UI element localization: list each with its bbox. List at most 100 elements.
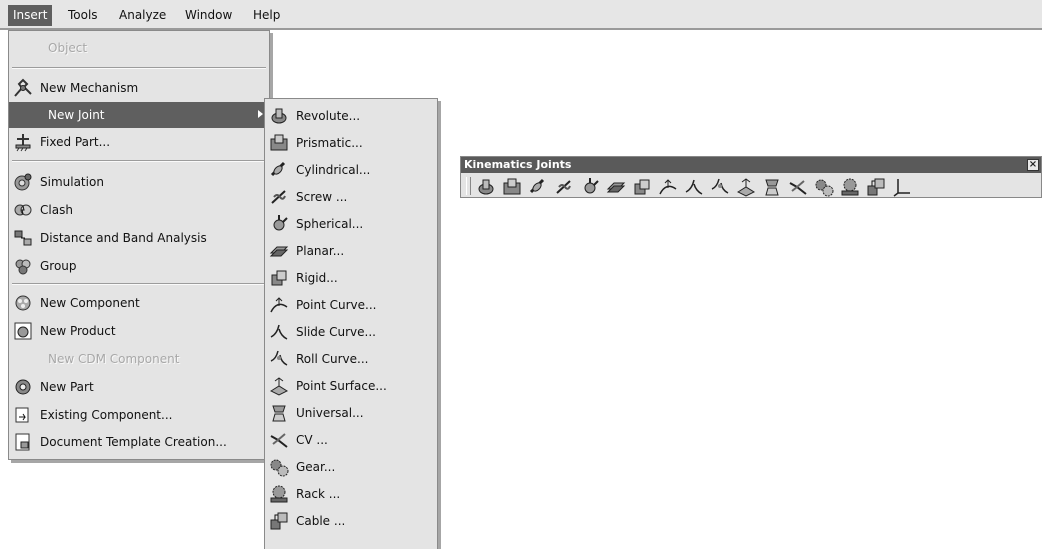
menu-analyze[interactable]: Analyze bbox=[114, 5, 171, 26]
menu-item-new-product-label: New Product bbox=[40, 324, 116, 338]
menu-item-distance-band[interactable]: Distance and Band Analysis bbox=[9, 225, 269, 251]
roll-curve-joint-icon bbox=[268, 348, 290, 370]
cable-tool-icon[interactable] bbox=[865, 176, 887, 198]
joint-item-cable[interactable]: Cable ... bbox=[265, 508, 437, 534]
point-curve-joint-icon bbox=[268, 294, 290, 316]
blank-icon bbox=[12, 104, 34, 126]
menu-item-new-part-label: New Part bbox=[40, 380, 94, 394]
menu-insert-label: Insert bbox=[13, 8, 48, 22]
simulation-icon bbox=[12, 171, 34, 193]
joint-item-universal[interactable]: Universal... bbox=[265, 400, 437, 426]
joint-item-point-curve[interactable]: Point Curve... bbox=[265, 292, 437, 318]
new-part-icon bbox=[12, 376, 34, 398]
gear-tool-icon[interactable] bbox=[813, 176, 835, 198]
cylindrical-tool-icon[interactable] bbox=[527, 176, 549, 198]
joint-item-cable-label: Cable ... bbox=[296, 514, 346, 528]
joint-item-slide-curve[interactable]: Slide Curve... bbox=[265, 319, 437, 345]
joint-item-roll-curve[interactable]: Roll Curve... bbox=[265, 346, 437, 372]
rack-tool-icon[interactable] bbox=[839, 176, 861, 198]
menu-item-new-part[interactable]: New Part bbox=[9, 374, 269, 400]
menu-insert[interactable]: Insert bbox=[8, 5, 53, 26]
screw-joint-icon bbox=[268, 186, 290, 208]
point-surface-tool-icon[interactable] bbox=[735, 176, 757, 198]
rigid-joint-icon bbox=[268, 267, 290, 289]
menu-item-new-component[interactable]: New Component bbox=[9, 290, 269, 316]
blank-icon bbox=[12, 348, 34, 370]
spherical-tool-icon[interactable] bbox=[579, 176, 601, 198]
toolbar-titlebar[interactable]: Kinematics Joints bbox=[461, 157, 1041, 173]
joint-item-revolute-label: Revolute... bbox=[296, 109, 361, 123]
menu-item-new-joint[interactable]: New Joint bbox=[9, 102, 269, 128]
menu-item-clash[interactable]: Clash bbox=[9, 197, 269, 223]
new-component-icon bbox=[12, 292, 34, 314]
menu-item-new-mechanism-label: New Mechanism bbox=[40, 81, 139, 95]
menu-item-new-component-label: New Component bbox=[40, 296, 140, 310]
joint-item-point-surface[interactable]: Point Surface... bbox=[265, 373, 437, 399]
menu-analyze-label: Analyze bbox=[119, 8, 167, 22]
joint-item-point-surface-label: Point Surface... bbox=[296, 379, 387, 393]
toolbar-title: Kinematics Joints bbox=[464, 158, 572, 171]
menu-separator bbox=[12, 160, 266, 162]
mechanism-icon bbox=[12, 77, 34, 99]
joint-item-spherical[interactable]: Spherical... bbox=[265, 211, 437, 237]
slide-curve-tool-icon[interactable] bbox=[683, 176, 705, 198]
menu-item-new-cdm-component: New CDM Component bbox=[9, 346, 269, 372]
distance-band-icon bbox=[12, 227, 34, 249]
planar-tool-icon[interactable] bbox=[605, 176, 627, 198]
menu-item-new-product[interactable]: New Product bbox=[9, 318, 269, 344]
menu-item-group[interactable]: Group bbox=[9, 253, 269, 279]
menu-item-simulation-label: Simulation bbox=[40, 175, 104, 189]
joint-item-planar[interactable]: Planar... bbox=[265, 238, 437, 264]
menu-item-existing-component-label: Existing Component... bbox=[40, 408, 173, 422]
rigid-tool-icon[interactable] bbox=[631, 176, 653, 198]
cylindrical-joint-icon bbox=[268, 159, 290, 181]
menu-item-new-mechanism[interactable]: New Mechanism bbox=[9, 75, 269, 101]
fixed-part-icon bbox=[12, 131, 34, 153]
close-icon[interactable]: × bbox=[1027, 159, 1039, 171]
joint-item-gear[interactable]: Gear... bbox=[265, 454, 437, 480]
joint-item-screw[interactable]: Screw ... bbox=[265, 184, 437, 210]
universal-tool-icon[interactable] bbox=[761, 176, 783, 198]
joint-item-prismatic[interactable]: Prismatic... bbox=[265, 130, 437, 156]
revolute-tool-icon[interactable] bbox=[475, 176, 497, 198]
toolbar-grip-handle[interactable] bbox=[466, 177, 471, 195]
menu-item-new-cdm-component-label: New CDM Component bbox=[48, 352, 180, 366]
point-curve-tool-icon[interactable] bbox=[657, 176, 679, 198]
roll-curve-tool-icon[interactable] bbox=[709, 176, 731, 198]
universal-joint-icon bbox=[268, 402, 290, 424]
joint-item-rigid[interactable]: Rigid... bbox=[265, 265, 437, 291]
cable-joint-icon bbox=[268, 510, 290, 532]
rack-joint-icon bbox=[268, 483, 290, 505]
menu-item-fixed-part[interactable]: Fixed Part... bbox=[9, 129, 269, 155]
axis-system-tool-icon[interactable] bbox=[891, 176, 913, 198]
new-joint-submenu: Revolute... Prismatic... Cylindrical... … bbox=[264, 98, 438, 549]
menu-help[interactable]: Help bbox=[248, 5, 285, 26]
screw-tool-icon[interactable] bbox=[553, 176, 575, 198]
menu-item-distance-band-label: Distance and Band Analysis bbox=[40, 231, 207, 245]
joint-item-revolute[interactable]: Revolute... bbox=[265, 103, 437, 129]
menu-bar: Insert Tools Analyze Window Help bbox=[0, 0, 1042, 30]
menu-help-label: Help bbox=[253, 8, 281, 22]
joint-item-slide-curve-label: Slide Curve... bbox=[296, 325, 376, 339]
existing-component-icon bbox=[12, 404, 34, 426]
prismatic-tool-icon[interactable] bbox=[501, 176, 523, 198]
menu-tools-label: Tools bbox=[68, 8, 98, 22]
joint-item-rigid-label: Rigid... bbox=[296, 271, 338, 285]
joint-item-cv-label: CV ... bbox=[296, 433, 328, 447]
menu-tools[interactable]: Tools bbox=[63, 5, 103, 26]
menu-item-simulation[interactable]: Simulation bbox=[9, 169, 269, 195]
joint-item-cv[interactable]: CV ... bbox=[265, 427, 437, 453]
joint-item-roll-curve-label: Roll Curve... bbox=[296, 352, 369, 366]
joint-item-cylindrical[interactable]: Cylindrical... bbox=[265, 157, 437, 183]
document-template-icon bbox=[12, 431, 34, 453]
joint-item-rack[interactable]: Rack ... bbox=[265, 481, 437, 507]
menu-item-document-template[interactable]: Document Template Creation... bbox=[9, 429, 269, 455]
cv-tool-icon[interactable] bbox=[787, 176, 809, 198]
menu-item-document-template-label: Document Template Creation... bbox=[40, 435, 227, 449]
menu-window[interactable]: Window bbox=[180, 5, 237, 26]
prismatic-joint-icon bbox=[268, 132, 290, 154]
menu-item-existing-component[interactable]: Existing Component... bbox=[9, 402, 269, 428]
new-product-icon bbox=[12, 320, 34, 342]
submenu-arrow-icon bbox=[258, 110, 263, 118]
menu-item-fixed-part-label: Fixed Part... bbox=[40, 135, 111, 149]
